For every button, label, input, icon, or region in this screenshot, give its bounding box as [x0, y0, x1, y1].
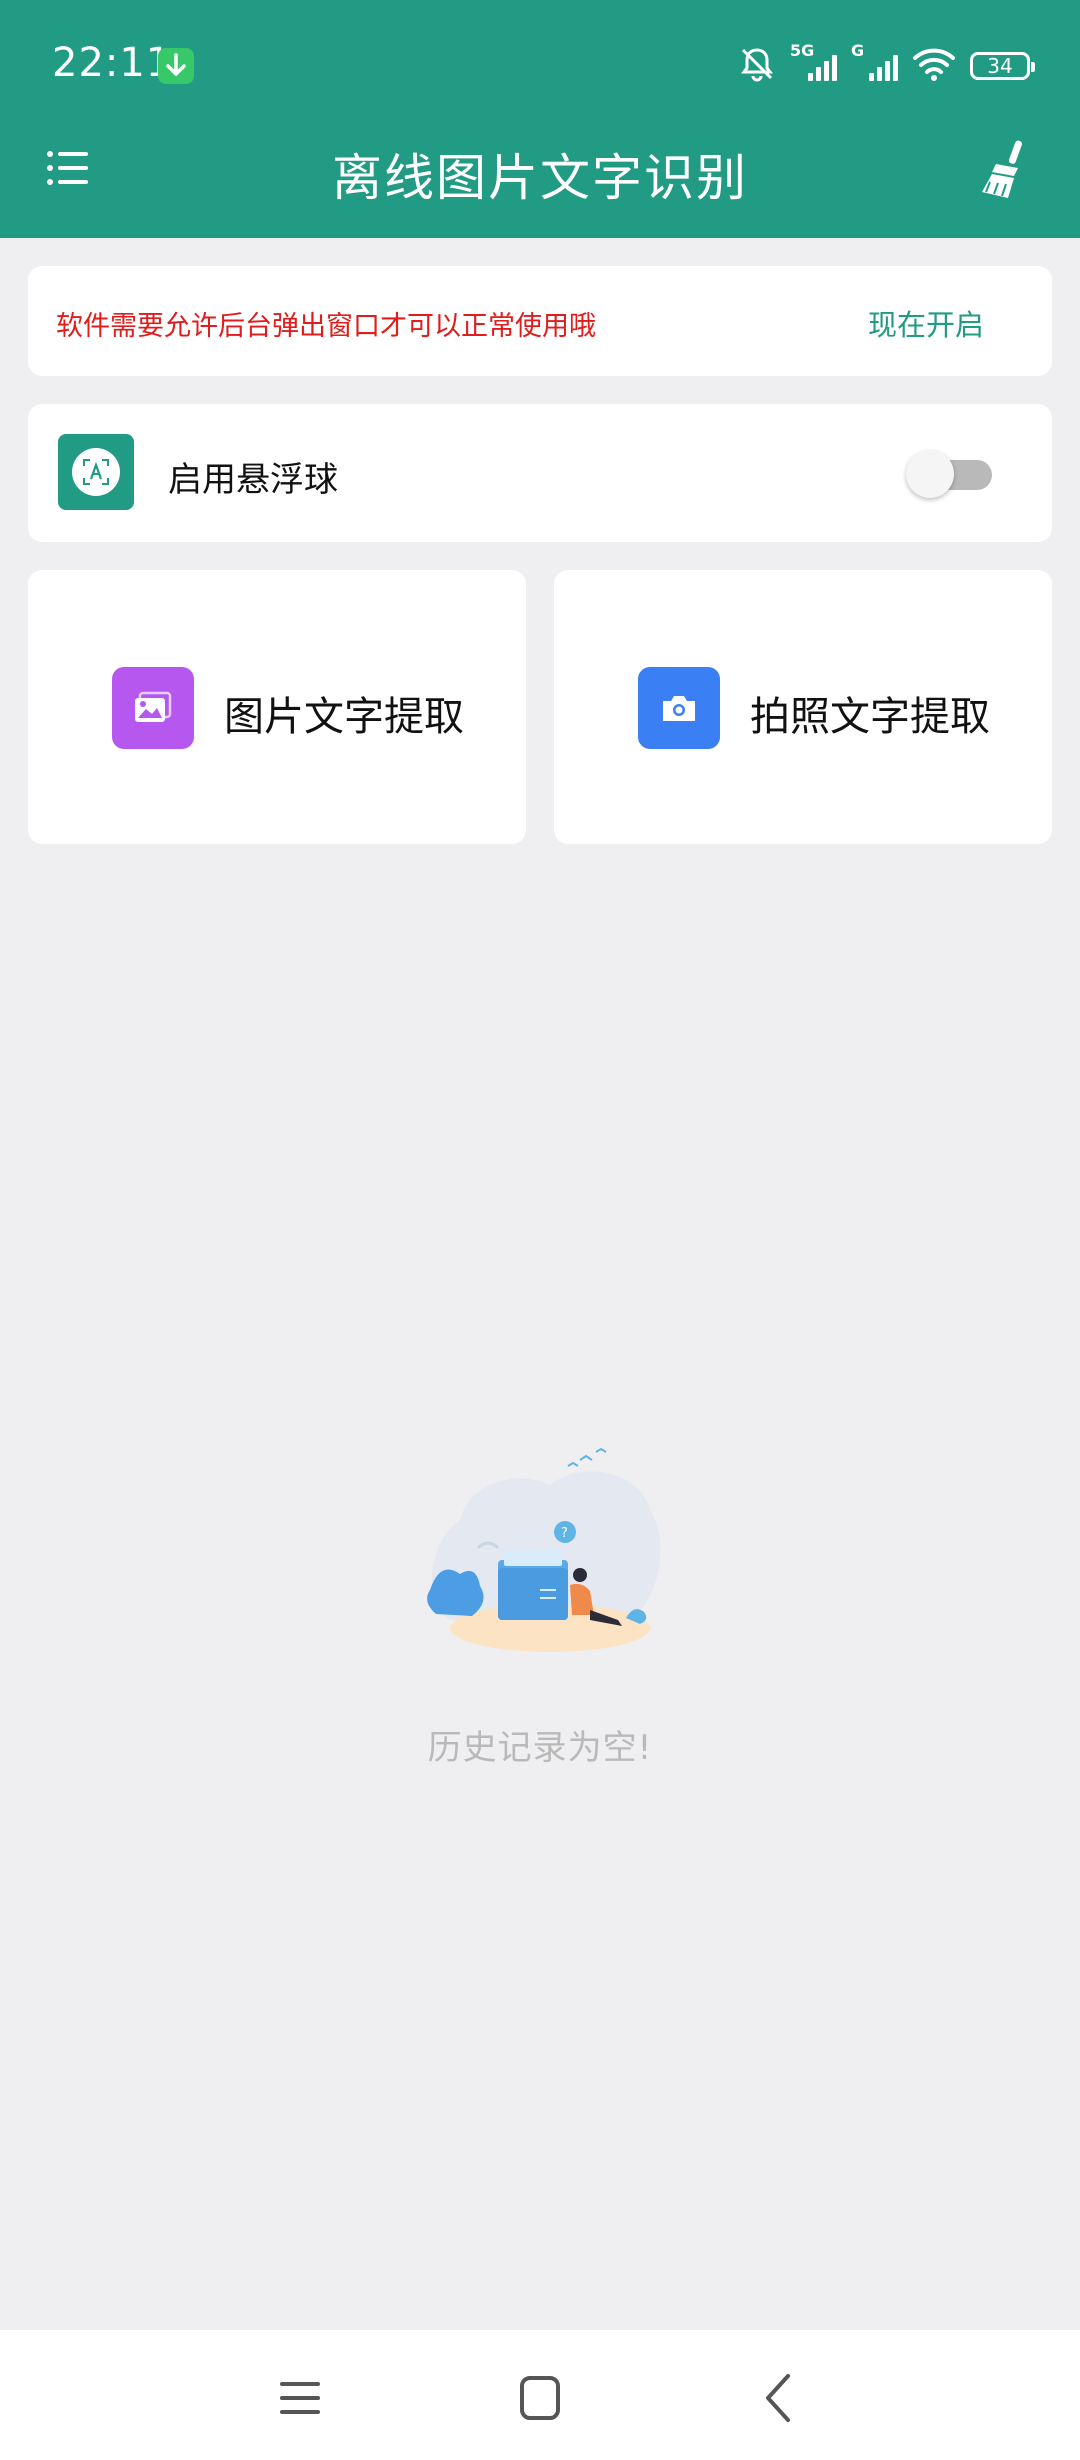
battery-indicator: 34	[970, 52, 1035, 80]
home-button[interactable]	[510, 2370, 570, 2426]
app-header: 22:11 5G G 34 离线图片文字识别	[0, 0, 1080, 238]
camera-text-extract-label: 拍照文字提取	[750, 694, 990, 740]
system-navigation-bar	[0, 2330, 1080, 2460]
svg-text:?: ?	[561, 1526, 568, 1541]
permission-notice-text: 软件需要允许后台弹出窗口才可以正常使用哦	[56, 311, 596, 342]
image-text-extract-button[interactable]: 图片文字提取	[28, 570, 526, 844]
image-icon	[112, 667, 194, 749]
menu-icon	[280, 2382, 320, 2414]
floating-ball-label: 启用悬浮球	[168, 460, 338, 500]
back-button[interactable]	[750, 2370, 810, 2426]
home-icon	[520, 2376, 560, 2420]
camera-icon	[638, 667, 720, 749]
signal-g-icon: G	[851, 41, 898, 81]
page-title: 离线图片文字识别	[332, 149, 748, 207]
battery-level: 34	[987, 54, 1013, 78]
permission-notice-card: 软件需要允许后台弹出窗口才可以正常使用哦 现在开启	[28, 266, 1052, 376]
status-time: 22:11	[52, 40, 173, 86]
floating-ball-toggle[interactable]	[906, 450, 994, 498]
floating-ball-icon	[58, 434, 134, 510]
text-scan-icon	[83, 459, 109, 485]
empty-history-illustration: ?	[400, 1440, 680, 1670]
mute-bell-icon	[738, 45, 776, 87]
status-icons: 5G G 34	[738, 41, 1035, 87]
wifi-icon	[912, 47, 956, 85]
broom-icon	[982, 140, 1023, 198]
signal-5g-icon: 5G	[790, 41, 837, 81]
signal-g-label: G	[851, 41, 865, 60]
back-icon	[766, 2374, 790, 2422]
empty-history-text: 历史记录为空!	[427, 1728, 653, 1768]
camera-text-extract-button[interactable]: 拍照文字提取	[554, 570, 1052, 844]
floating-ball-card: 启用悬浮球	[28, 404, 1052, 542]
image-text-extract-label: 图片文字提取	[224, 694, 464, 740]
signal-5g-label: 5G	[790, 41, 815, 60]
recent-apps-button[interactable]	[270, 2370, 330, 2426]
download-notification-icon	[158, 48, 194, 84]
clear-history-button[interactable]	[978, 138, 1034, 200]
enable-now-link[interactable]: 现在开启	[868, 302, 984, 344]
